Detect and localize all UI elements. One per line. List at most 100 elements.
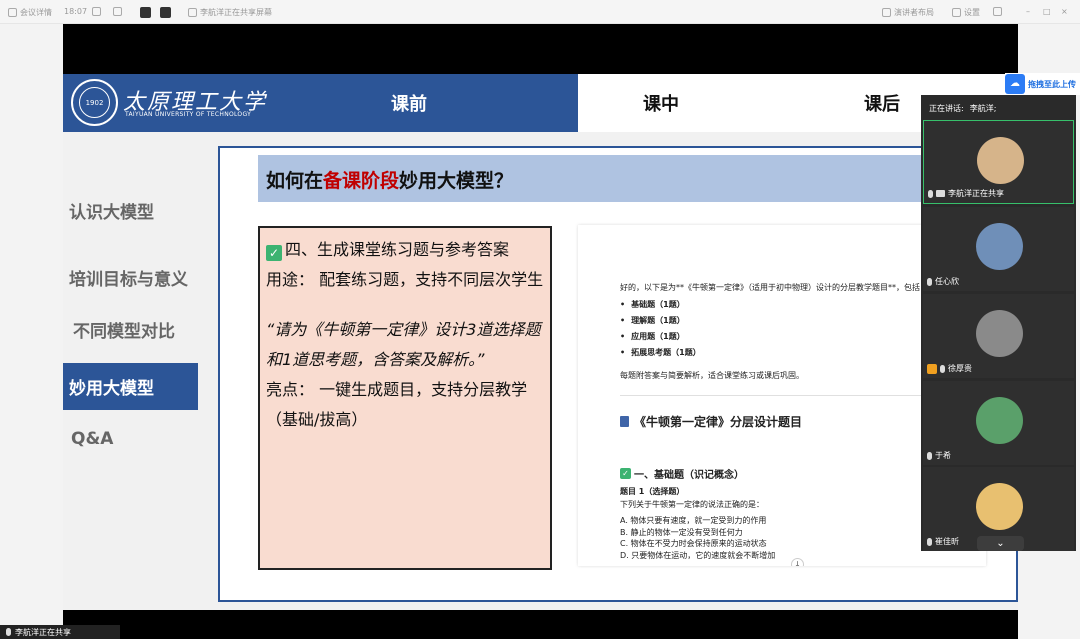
mic-muted-icon — [927, 451, 932, 460]
participant-name: 于希 — [935, 451, 951, 460]
avatar — [976, 310, 1023, 357]
video-letterbox-bottom — [63, 610, 1018, 639]
slide-title-highlight: 备课阶段 — [323, 170, 400, 192]
participant-name: 李航洋正在共享 — [948, 189, 1004, 198]
settings-label: 设置 — [964, 8, 980, 17]
layout-label: 演讲者布局 — [894, 8, 934, 17]
participant-name: 任心欣 — [935, 277, 959, 286]
question-options: A. 物体只要有速度，就一定受到力的作用 B. 静止的物体一定没有受到任何力 C… — [620, 515, 775, 561]
slide-header-blue: 1902 太原理工大学 TAIYUAN UNIVERSITY OF TECHNO… — [63, 74, 578, 132]
answer-note: 每题附答案与简要解析，适合课堂练习或课后巩固。 — [620, 371, 804, 380]
mic-muted-icon — [927, 537, 932, 546]
layout-button[interactable]: 演讲者布局 — [882, 7, 934, 18]
timer-text: 18:07 — [64, 7, 88, 16]
slide-title: 如何在备课阶段妙用大模型？ — [266, 170, 514, 192]
checkmark-icon: ✓ — [266, 245, 282, 261]
logo-year: 1902 — [85, 98, 104, 107]
slide-tab-before-class: 课前 — [391, 94, 427, 115]
avatar — [976, 483, 1023, 530]
slide-nav-goals: 培训目标与意义 — [69, 270, 188, 290]
answer-section-title: 《牛顿第一定律》分层设计题目 — [620, 413, 802, 430]
divider — [620, 395, 950, 396]
scroll-down-icon: ↓ — [791, 558, 804, 566]
participant-tile[interactable]: 于希 — [923, 381, 1074, 465]
mic-muted-icon — [927, 277, 932, 286]
sharing-status[interactable]: 李航洋正在共享屏幕 — [188, 7, 272, 18]
book-icon — [620, 416, 629, 427]
slide-nav-qa: Q&A — [71, 429, 114, 449]
speaking-label: 正在讲话: — [929, 104, 964, 113]
checkmark-icon: ✓ — [620, 468, 631, 479]
layout-icon — [882, 8, 891, 17]
slide-title-band: 如何在备课阶段妙用大模型？ — [258, 155, 923, 202]
avatar — [977, 137, 1024, 184]
participant-tile[interactable]: 李航洋正在共享 — [923, 120, 1074, 204]
option-item: C. 物体在不受力时会保持原来的运动状态 — [620, 539, 767, 548]
option-item: D. 只要物体在运动，它的速度就会不断增加 — [620, 550, 776, 560]
participant-tile[interactable]: 徐厚贵 — [923, 294, 1074, 378]
list-item: 应用题（1题） — [620, 331, 701, 347]
video-letterbox-top — [63, 24, 1018, 74]
chevron-down-icon[interactable]: ⌄ — [977, 536, 1024, 551]
meeting-toolbar: 会议详情 18:07 李航洋正在共享屏幕 演讲者布局 设置 – □ × — [0, 0, 1080, 24]
university-name-en: TAIYUAN UNIVERSITY OF TECHNOLOGY — [125, 111, 252, 118]
box-usage: 用途： 配套练习题，支持不同层次学生 — [266, 270, 544, 289]
slide-content-frame: 如何在备课阶段妙用大模型？ ✓ 四、生成课堂练习题与参考答案 用途： 配套练习题，… — [218, 146, 1018, 602]
close-button[interactable]: × — [1061, 7, 1068, 16]
box-highlight: 亮点： 一键生成题目，支持分层教学（基础/拔高） — [266, 380, 528, 429]
box-prompt-quote: “请为《牛顿第一定律》设计3道选择题和1道思考题，含答案及解析。” — [266, 320, 541, 369]
avatar — [976, 223, 1023, 270]
upload-drop-hint[interactable]: ☁ 拖拽至此上传 — [1005, 73, 1080, 95]
participant-panel: 正在讲话: 李航洋; 李航洋正在共享 任心欣 徐厚贵 于希 崔佳昕 — [921, 95, 1076, 551]
participant-tile[interactable]: 任心欣 — [923, 207, 1074, 291]
mic-icon — [928, 189, 933, 198]
cloud-upload-icon: ☁ — [1005, 74, 1025, 94]
minimize-button[interactable]: – — [1026, 7, 1030, 16]
screen-share-icon — [188, 8, 197, 17]
meeting-info-label: 会议详情 — [20, 8, 52, 17]
answer-question-types: 基础题（1题） 理解题（1题） 应用题（1题） 拓展思考题（1题） — [620, 299, 701, 363]
popout-icon[interactable] — [113, 7, 122, 16]
list-item: 拓展思考题（1题） — [620, 347, 701, 363]
settings-button[interactable]: 设置 — [952, 7, 980, 18]
option-item: A. 物体只要有速度，就一定受到力的作用 — [620, 516, 767, 525]
list-item: 基础题（1题） — [620, 299, 701, 315]
option-item: B. 静止的物体一定没有受到任何力 — [620, 527, 743, 537]
meeting-logo-icon — [8, 8, 17, 17]
mic-muted-icon — [940, 364, 945, 373]
list-item: 理解题（1题） — [620, 315, 701, 331]
participant-name: 崔佳昕 — [935, 537, 959, 546]
meeting-info-button[interactable]: 会议详情 — [8, 7, 52, 18]
slide-nav-use-llm: 妙用大模型 — [63, 363, 198, 410]
annotate-icon[interactable] — [140, 7, 151, 18]
share-control-icon[interactable] — [160, 7, 171, 18]
slide-nav-understand-llm: 认识大模型 — [69, 203, 154, 223]
exercise-generation-box: ✓ 四、生成课堂练习题与参考答案 用途： 配套练习题，支持不同层次学生 “请为《牛… — [258, 226, 552, 570]
shared-slide: 1902 太原理工大学 TAIYUAN UNIVERSITY OF TECHNO… — [63, 74, 1018, 610]
meeting-timer: 18:07 — [64, 7, 87, 16]
question-title: 题目 1（选择题） — [620, 487, 685, 496]
question-text: 下列关于牛顿第一定律的说法正确的是： — [620, 500, 764, 509]
slide-tab-in-class: 课中 — [643, 94, 679, 115]
bottom-sharing-status: 李航洋正在共享 — [0, 625, 120, 639]
participant-name: 徐厚贵 — [948, 364, 972, 373]
bottom-status-text: 李航洋正在共享 — [15, 627, 71, 637]
screen-share-icon — [936, 190, 945, 197]
upload-hint-text: 拖拽至此上传 — [1028, 79, 1076, 89]
speaking-name: 李航洋; — [969, 104, 997, 113]
speaking-indicator: 正在讲话: 李航洋; — [921, 95, 1076, 120]
sharing-status-text: 李航洋正在共享屏幕 — [200, 8, 272, 17]
answer-subsection-title: ✓ 一、基础题（识记概念） — [620, 466, 744, 481]
slide-tab-after-class: 课后 — [864, 94, 900, 115]
answer-intro: 好的，以下是为**《牛顿第一定律》（适用于初中物理）设计的分层教学题目**，包括… — [620, 283, 928, 292]
mic-icon — [6, 628, 11, 636]
box-heading: 四、生成课堂练习题与参考答案 — [285, 240, 510, 259]
maximize-button[interactable]: □ — [1043, 7, 1051, 16]
fullscreen-icon[interactable] — [993, 7, 1002, 16]
avatar — [976, 397, 1023, 444]
host-icon — [927, 363, 937, 374]
gear-icon — [952, 8, 961, 17]
university-logo: 1902 — [71, 79, 118, 126]
signal-icon — [92, 7, 101, 16]
slide-nav-compare: 不同模型对比 — [73, 322, 175, 342]
